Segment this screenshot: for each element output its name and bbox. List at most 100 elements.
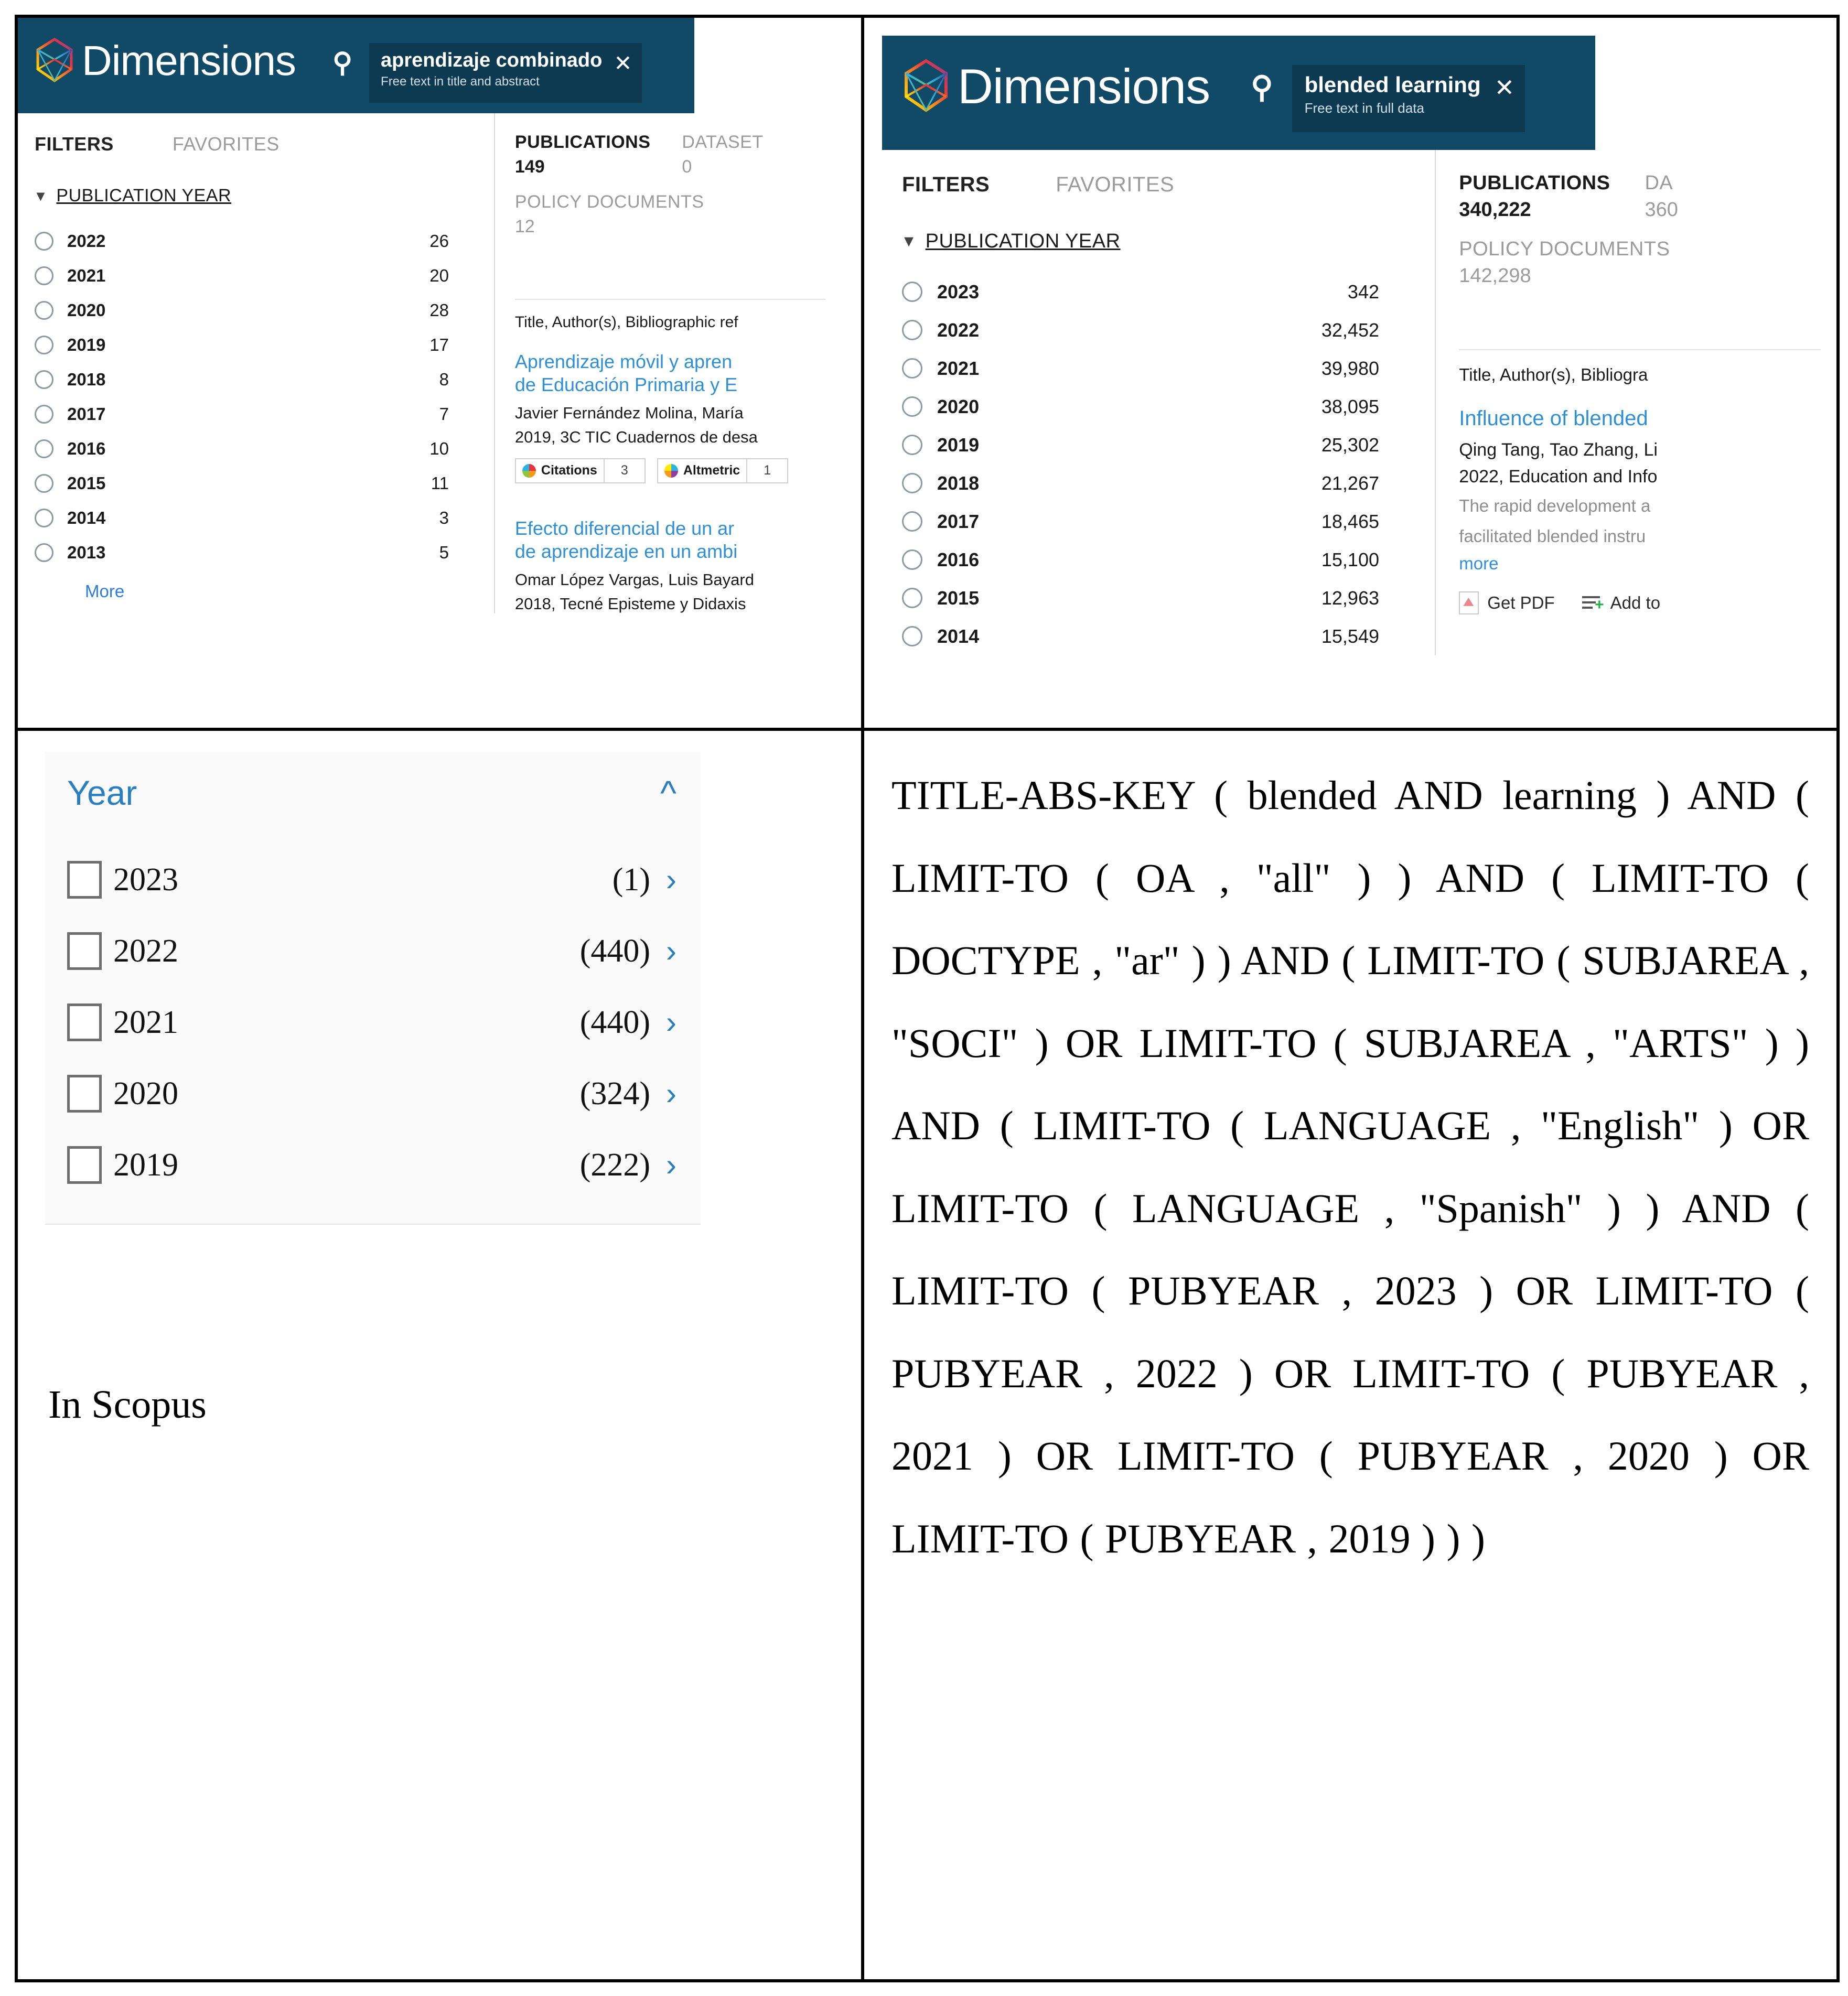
facet-publication-year-header[interactable]: ▼ PUBLICATION YEAR [882, 197, 1435, 253]
search-scope-text: Free text in title and abstract [381, 74, 540, 89]
count-policy-documents[interactable]: POLICY DOCUMENTS 12 [515, 177, 825, 237]
tab-favorites[interactable]: FAVORITES [1056, 173, 1174, 197]
list-item[interactable]: 2020 28 [35, 293, 449, 328]
list-item[interactable]: 2021 39,980 [902, 349, 1379, 387]
radio-icon[interactable] [35, 266, 53, 285]
pdf-icon [1459, 591, 1479, 614]
facet-publication-year-header[interactable]: ▼ PUBLICATION YEAR [19, 155, 494, 206]
radio-icon[interactable] [35, 301, 53, 320]
radio-icon[interactable] [35, 439, 53, 458]
abstract-more-link[interactable]: more [1459, 554, 1821, 574]
list-item[interactable]: 2019 25,302 [902, 426, 1379, 464]
radio-icon[interactable] [35, 474, 53, 493]
publication-title-line[interactable]: Influence of blended [1459, 406, 1821, 431]
tab-filters[interactable]: FILTERS [35, 133, 114, 155]
close-icon[interactable]: ✕ [1495, 73, 1515, 102]
list-item[interactable]: 2023 (1) › [67, 844, 676, 915]
list-item[interactable]: 2021 (440) › [67, 987, 676, 1058]
list-item[interactable]: 2018 21,267 [902, 464, 1379, 502]
list-item[interactable]: 2016 15,100 [902, 541, 1379, 579]
radio-icon[interactable] [902, 473, 922, 493]
year-count: (440) [579, 933, 651, 969]
publication-title-line[interactable]: Efecto diferencial de un ar [515, 517, 825, 540]
search-icon[interactable]: ⚲ [1251, 69, 1273, 105]
radio-icon[interactable] [902, 511, 922, 532]
publication-title-line[interactable]: de Educación Primaria y E [515, 373, 825, 396]
chevron-right-icon[interactable]: › [666, 935, 676, 967]
radio-icon[interactable] [902, 626, 922, 646]
count-policy-documents[interactable]: POLICY DOCUMENTS 142,298 [1459, 221, 1821, 287]
list-item[interactable]: 2014 3 [35, 501, 449, 535]
chevron-right-icon[interactable]: › [666, 1007, 676, 1038]
radio-icon[interactable] [35, 543, 53, 562]
search-term-chip[interactable]: aprendizaje combinado Free text in title… [369, 43, 642, 103]
list-item[interactable]: 2013 5 [35, 535, 449, 570]
search-area[interactable]: ⚲ blended learning Free text in full dat… [1251, 36, 1525, 133]
list-item[interactable]: 2016 10 [35, 431, 449, 466]
list-item[interactable]: 2022 32,452 [902, 311, 1379, 349]
altmetric-badge[interactable]: Altmetric [657, 458, 748, 483]
tab-filters[interactable]: FILTERS [902, 173, 990, 197]
list-item[interactable]: 2018 8 [35, 362, 449, 397]
radio-icon[interactable] [35, 509, 53, 527]
search-area[interactable]: ⚲ aprendizaje combinado Free text in tit… [332, 19, 642, 103]
list-item[interactable]: 2023 342 [902, 273, 1379, 311]
radio-icon[interactable] [902, 282, 922, 302]
publication-title-line[interactable]: de aprendizaje en un ambi [515, 540, 825, 563]
dimensions-logo[interactable]: Dimensions [882, 36, 1210, 116]
year-count: 11 [431, 473, 449, 493]
citations-badge[interactable]: Citations [514, 458, 605, 483]
list-item[interactable]: 2017 7 [35, 397, 449, 431]
checkbox-icon[interactable] [67, 1075, 102, 1113]
publication-title-line[interactable]: Aprendizaje móvil y apren [515, 350, 825, 373]
chevron-right-icon[interactable]: › [666, 1149, 676, 1181]
scopus-year-header[interactable]: Year ^ [45, 752, 701, 813]
results-sort-bar[interactable]: Title, Author(s), Bibliographic ref [514, 299, 825, 331]
radio-icon[interactable] [902, 435, 922, 455]
list-item[interactable]: 2020 38,095 [902, 387, 1379, 426]
count-label: PUBLICATIONS [1459, 172, 1610, 194]
checkbox-icon[interactable] [67, 1146, 102, 1184]
list-item[interactable]: 2022 (440) › [67, 915, 676, 987]
list-item[interactable]: 2020 (324) › [67, 1058, 676, 1129]
year-label: 2019 [937, 434, 980, 456]
count-publications[interactable]: PUBLICATIONS 149 [515, 132, 650, 177]
count-datasets[interactable]: DA 360 [1645, 172, 1678, 221]
tab-favorites[interactable]: FAVORITES [173, 133, 280, 155]
search-term-chip[interactable]: blended learning Free text in full data … [1292, 65, 1525, 133]
radio-icon[interactable] [35, 405, 53, 424]
get-pdf-button[interactable]: Get PDF [1459, 591, 1555, 614]
list-item[interactable]: 2017 18,465 [902, 502, 1379, 541]
checkbox-icon[interactable] [67, 861, 102, 899]
checkbox-icon[interactable] [67, 932, 102, 970]
chevron-right-icon[interactable]: › [666, 864, 676, 895]
list-item[interactable]: 2019 17 [35, 328, 449, 362]
list-item[interactable]: 2022 26 [35, 224, 449, 258]
list-item[interactable]: 2014 15,549 [902, 617, 1379, 655]
checkbox-icon[interactable] [67, 1004, 102, 1041]
radio-icon[interactable] [902, 396, 922, 417]
close-icon[interactable]: ✕ [614, 50, 632, 76]
count-datasets[interactable]: DATASET 0 [682, 132, 763, 177]
add-to-library-button[interactable]: + Add to [1582, 593, 1660, 613]
search-icon[interactable]: ⚲ [332, 47, 352, 79]
chevron-up-icon[interactable]: ^ [660, 775, 676, 810]
results-sort-bar[interactable]: Title, Author(s), Bibliogra [1459, 349, 1821, 385]
radio-icon[interactable] [35, 370, 53, 389]
radio-icon[interactable] [35, 232, 53, 251]
publication-authors: Javier Fernández Molina, María [514, 403, 744, 422]
dimensions-logo[interactable]: Dimensions [19, 19, 296, 86]
list-item[interactable]: 2019 (222) › [67, 1129, 676, 1201]
year-count: (1) [612, 861, 651, 898]
radio-icon[interactable] [902, 588, 922, 608]
chevron-right-icon[interactable]: › [666, 1078, 676, 1109]
radio-icon[interactable] [902, 358, 922, 379]
list-item[interactable]: 2015 12,963 [902, 579, 1379, 617]
radio-icon[interactable] [35, 336, 53, 354]
list-item[interactable]: 2015 11 [35, 466, 449, 501]
count-publications[interactable]: PUBLICATIONS 340,222 [1459, 172, 1610, 221]
list-item[interactable]: 2021 20 [35, 258, 449, 293]
radio-icon[interactable] [902, 320, 922, 340]
more-link[interactable]: More [85, 581, 494, 601]
radio-icon[interactable] [902, 549, 922, 570]
